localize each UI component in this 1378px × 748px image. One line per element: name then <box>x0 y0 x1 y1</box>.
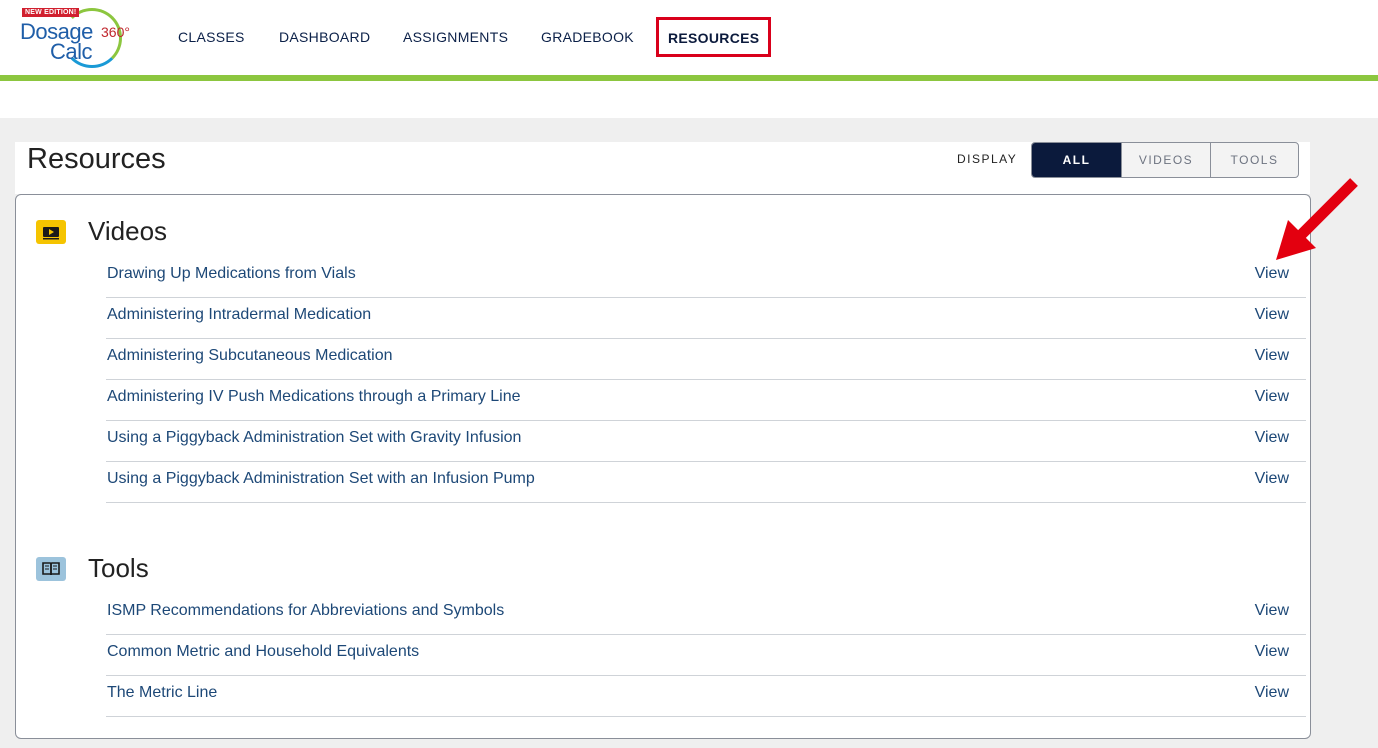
tool-row: ISMP Recommendations for Abbreviations a… <box>106 594 1306 635</box>
videos-heading: Videos <box>88 216 168 246</box>
tool-view-link[interactable]: View <box>1255 643 1289 661</box>
filter-videos-button[interactable]: VIDEOS <box>1121 143 1210 177</box>
tool-view-link[interactable]: View <box>1255 684 1289 702</box>
video-row: Drawing Up Medications from Vials View <box>106 257 1306 298</box>
nav-gradebook[interactable]: GRADEBOOK <box>541 29 634 45</box>
video-row: Administering IV Push Medications throug… <box>106 380 1306 421</box>
nav-assignments[interactable]: ASSIGNMENTS <box>403 29 508 45</box>
video-view-link[interactable]: View <box>1255 306 1289 324</box>
tools-heading: Tools <box>88 553 149 583</box>
annotation-arrow-icon <box>1276 178 1358 260</box>
tool-row: Common Metric and Household Equivalents … <box>106 635 1306 676</box>
video-view-link[interactable]: View <box>1255 470 1289 488</box>
tool-title-link[interactable]: Common Metric and Household Equivalents <box>107 643 419 661</box>
video-icon <box>36 220 66 244</box>
header-accent-line <box>0 75 1378 81</box>
nav-resources[interactable]: RESOURCES <box>656 17 772 57</box>
video-row: Using a Piggyback Administration Set wit… <box>106 421 1306 462</box>
video-view-link[interactable]: View <box>1255 429 1289 447</box>
logo-badge: NEW EDITION! <box>22 8 80 17</box>
video-title-link[interactable]: Using a Piggyback Administration Set wit… <box>107 470 535 488</box>
nav-classes[interactable]: CLASSES <box>178 29 245 45</box>
tool-title-link[interactable]: The Metric Line <box>107 684 217 702</box>
video-title-link[interactable]: Administering IV Push Medications throug… <box>107 388 521 406</box>
video-row: Administering Intradermal Medication Vie… <box>106 298 1306 339</box>
video-view-link[interactable]: View <box>1255 347 1289 365</box>
logo-word-calc: Calc <box>50 39 93 64</box>
nav-dashboard[interactable]: DASHBOARD <box>279 29 370 45</box>
tool-row: The Metric Line View <box>106 676 1306 717</box>
tool-view-link[interactable]: View <box>1255 602 1289 620</box>
book-icon <box>36 557 66 581</box>
resources-card: Videos Drawing Up Medications from Vials… <box>15 194 1311 739</box>
dosage-calc-logo[interactable]: NEW EDITION! Dosage Calc 360° <box>20 6 136 70</box>
video-title-link[interactable]: Drawing Up Medications from Vials <box>107 265 356 283</box>
video-title-link[interactable]: Administering Subcutaneous Medication <box>107 347 393 365</box>
video-title-link[interactable]: Using a Piggyback Administration Set wit… <box>107 429 521 447</box>
video-title-link[interactable]: Administering Intradermal Medication <box>107 306 371 324</box>
video-row: Administering Subcutaneous Medication Vi… <box>106 339 1306 380</box>
video-row: Using a Piggyback Administration Set wit… <box>106 462 1306 503</box>
tool-title-link[interactable]: ISMP Recommendations for Abbreviations a… <box>107 602 504 620</box>
top-bar: NEW EDITION! Dosage Calc 360° CLASSES DA… <box>0 0 1378 76</box>
display-filter: ALL VIDEOS TOOLS <box>1031 142 1299 178</box>
display-label: DISPLAY <box>957 152 1018 166</box>
page-title: Resources <box>27 143 166 175</box>
logo-degree: 360° <box>101 24 130 40</box>
video-view-link[interactable]: View <box>1255 388 1289 406</box>
filter-all-button[interactable]: ALL <box>1032 143 1121 177</box>
